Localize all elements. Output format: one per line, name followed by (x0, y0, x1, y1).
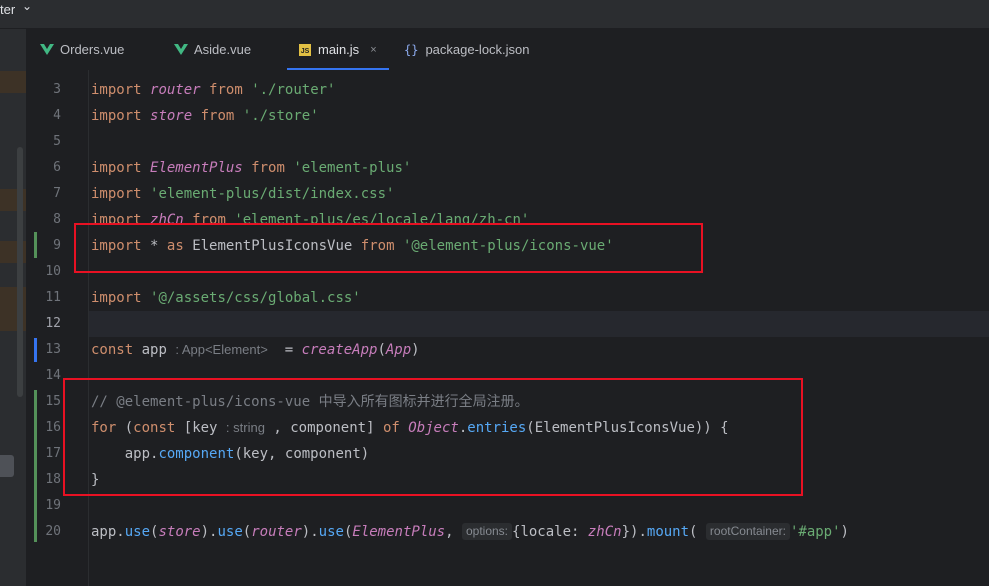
keyword: import (91, 82, 142, 98)
keyword: import (91, 186, 142, 202)
line-number: 17 (45, 446, 61, 461)
punctuation: ( (242, 524, 252, 540)
punctuation: ). (200, 524, 218, 540)
highlight-box (74, 223, 703, 273)
keyword: import (91, 160, 142, 176)
identifier: router (251, 524, 302, 540)
code-line-13: const app : App<Element> = createApp(App… (91, 337, 420, 363)
line-number: 18 (45, 472, 61, 487)
identifier: store (158, 524, 201, 540)
identifier: zhCn (587, 524, 622, 540)
js-file-icon: JS (299, 43, 311, 56)
project-name[interactable]: ter (0, 2, 15, 17)
identifier: zhCn (150, 212, 184, 223)
line-number: 12 (45, 316, 61, 331)
string-literal: 'element-plus/dist/index.css' (150, 186, 395, 202)
scrollbar[interactable] (17, 147, 23, 397)
function-call: use (318, 524, 344, 540)
vue-file-icon (174, 44, 188, 55)
scroll-thumb[interactable] (0, 455, 14, 477)
punctuation: . (116, 524, 125, 540)
line-number: 4 (53, 108, 61, 123)
line-number: 19 (45, 498, 61, 513)
string-literal: './router' (251, 82, 336, 98)
identifier: ElementPlus (352, 524, 446, 540)
identifier: app (141, 342, 167, 358)
code-line-6: import ElementPlus from 'element-plus' (91, 155, 411, 181)
string-literal: '@/assets/css/global.css' (150, 290, 361, 306)
keyword: from (209, 82, 243, 98)
code-line-11: import '@/assets/css/global.css' (91, 285, 361, 311)
code-line-8: import zhCn from 'element-plus/es/locale… (91, 207, 529, 223)
keyword: import (91, 212, 142, 223)
line-number: 11 (45, 290, 61, 305)
highlight-box (63, 378, 803, 496)
line-number: 10 (45, 264, 61, 279)
punctuation: ( (689, 524, 698, 540)
line-number: 20 (45, 524, 61, 539)
string-literal: 'element-plus/es/locale/lang/zh-cn' (234, 212, 530, 223)
punctuation: ( (377, 342, 386, 358)
line-number: 15 (45, 394, 61, 409)
parameter-hint: rootContainer: (705, 523, 790, 540)
tab-label: package-lock.json (425, 42, 530, 57)
current-line-highlight (89, 311, 989, 337)
tab-aside-vue[interactable]: Aside.vue (174, 29, 251, 70)
punctuation: }). (621, 524, 647, 540)
line-number: 6 (53, 160, 61, 175)
tab-orders-vue[interactable]: Orders.vue (40, 29, 124, 70)
punctuation: , (445, 524, 454, 540)
function-call: mount (646, 524, 690, 540)
string-literal: '#app' (789, 524, 841, 540)
line-number: 9 (53, 238, 61, 253)
parameter-hint: options: (461, 523, 513, 540)
line-number: 3 (53, 82, 61, 97)
function-call: createApp (301, 342, 378, 358)
strip-marker (0, 71, 26, 93)
vue-file-icon (40, 44, 54, 55)
tab-label: Aside.vue (194, 42, 252, 57)
identifier: router (150, 82, 201, 98)
keyword: from (200, 108, 235, 124)
string-literal: './store' (242, 108, 319, 124)
line-number: 5 (53, 134, 61, 149)
function-call: use (124, 524, 151, 540)
line-number: 14 (45, 368, 61, 383)
editor-tab-bar: Orders.vue Aside.vue JS main.js × {} pac… (27, 29, 989, 71)
title-bar: ter ⌄ (0, 0, 989, 28)
function-call: use (217, 524, 243, 540)
tab-main-js[interactable]: JS main.js × (287, 29, 389, 70)
code-line-7: import 'element-plus/dist/index.css' (91, 181, 394, 207)
punctuation: {locale: (512, 524, 588, 540)
line-number: 13 (45, 342, 61, 357)
identifier: App (385, 342, 412, 358)
close-icon[interactable]: × (370, 44, 376, 56)
punctuation: ) (411, 342, 420, 358)
json-file-icon: {} (404, 42, 419, 57)
line-number: 8 (53, 212, 61, 227)
chevron-down-icon[interactable]: ⌄ (22, 0, 32, 13)
punctuation: ). (301, 524, 319, 540)
keyword: from (192, 212, 226, 223)
operator: = (284, 342, 294, 358)
type-hint: : App<Element> (175, 342, 268, 357)
string-literal: 'element-plus' (293, 160, 412, 176)
identifier: store (150, 108, 193, 124)
line-number: 16 (45, 420, 61, 435)
code-line-4: import store from './store' (91, 103, 319, 129)
code-line-3: import router from './router' (91, 77, 335, 103)
tab-label: main.js (318, 42, 360, 57)
punctuation: ) (840, 524, 849, 540)
tab-label: Orders.vue (60, 42, 125, 57)
line-number: 7 (53, 186, 61, 201)
tab-package-lock-json[interactable]: {} package-lock.json (404, 29, 530, 70)
code-line-20: app.use(store).use(router).use(ElementPl… (91, 519, 849, 545)
identifier: app (91, 524, 117, 540)
keyword: from (251, 160, 285, 176)
keyword: const (91, 342, 134, 358)
project-tool-strip (0, 29, 27, 586)
identifier: ElementPlus (150, 160, 243, 176)
keyword: import (91, 108, 142, 124)
keyword: import (91, 290, 142, 306)
